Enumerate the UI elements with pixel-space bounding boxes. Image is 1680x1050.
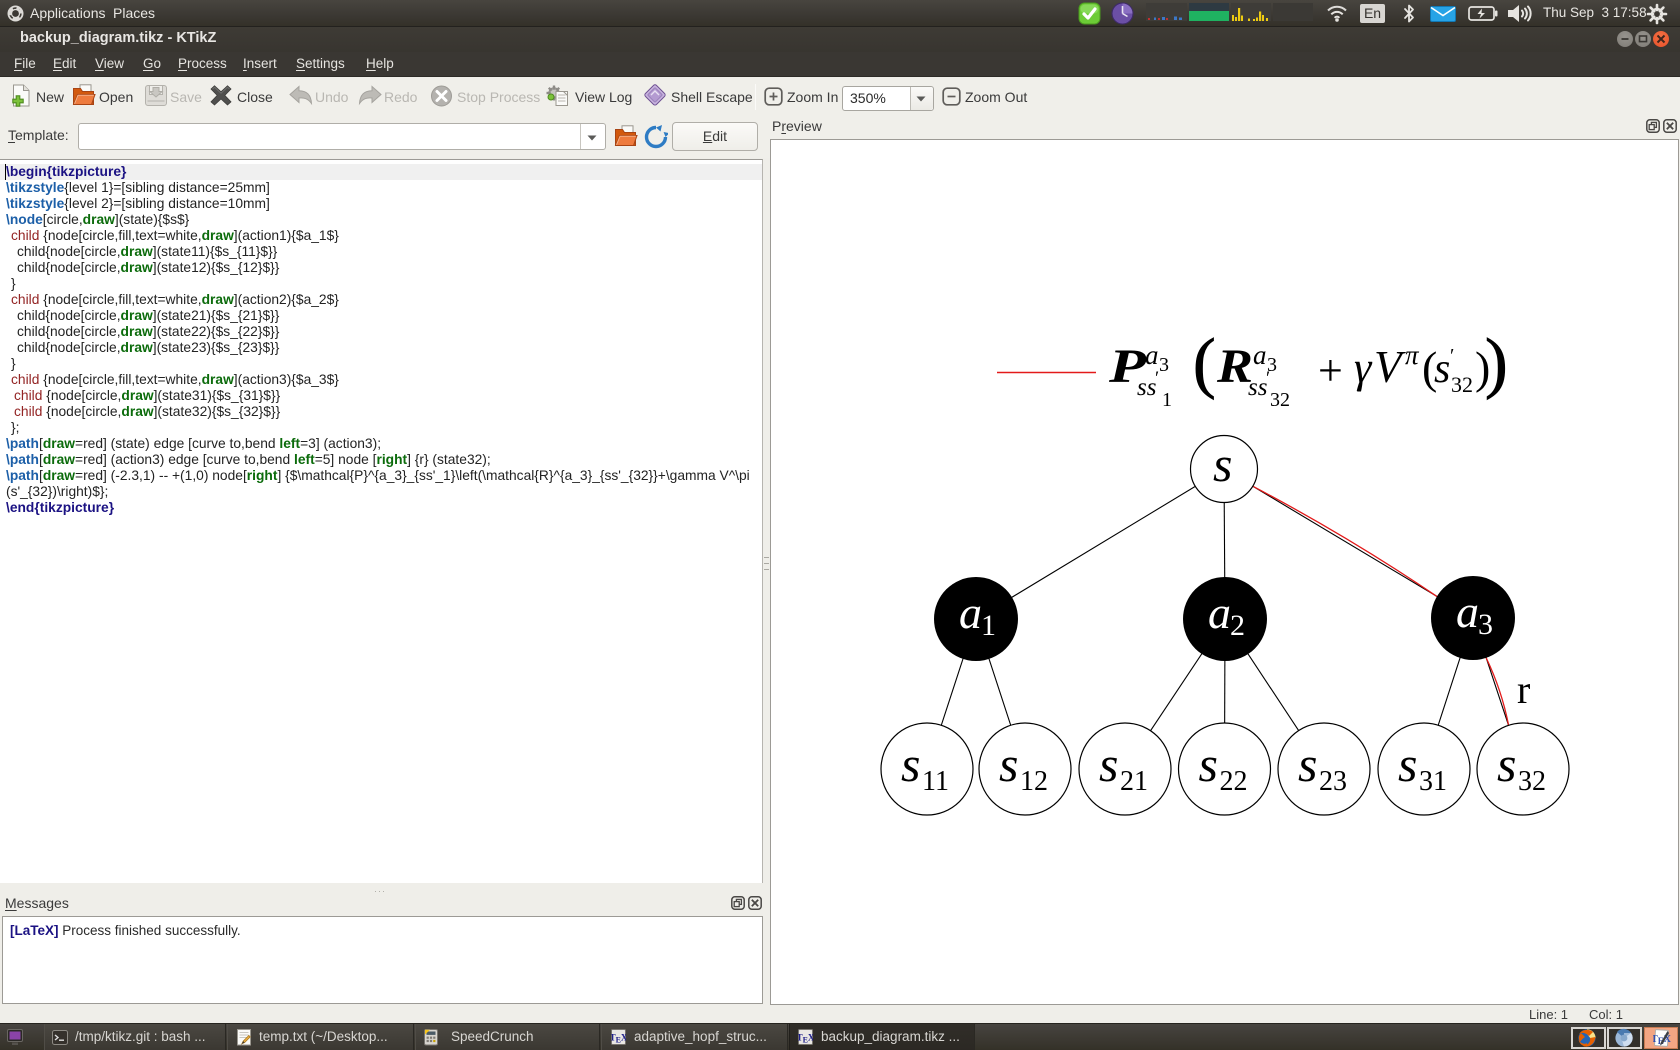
svg-text:s: s — [1213, 436, 1232, 492]
svg-text:a: a — [1253, 340, 1267, 370]
svg-text:a: a — [959, 587, 982, 638]
svg-text:′: ′ — [1266, 368, 1270, 389]
svg-text:a: a — [1145, 340, 1159, 370]
svg-text:γ: γ — [1354, 343, 1373, 392]
svg-text:22: 22 — [1220, 766, 1248, 797]
svg-text:(: ( — [1193, 324, 1216, 400]
svg-text:a: a — [1456, 586, 1479, 637]
svg-text:s: s — [1497, 736, 1516, 792]
svg-text:11: 11 — [922, 766, 949, 797]
svg-text:32: 32 — [1270, 389, 1290, 411]
svg-text:ss: ss — [1248, 374, 1267, 401]
svg-text:s: s — [901, 736, 920, 792]
svg-text:): ) — [1485, 324, 1508, 400]
svg-text:32: 32 — [1518, 766, 1546, 797]
svg-text:31: 31 — [1419, 766, 1447, 797]
svg-text:a: a — [1208, 587, 1231, 638]
svg-text:s: s — [1099, 736, 1118, 792]
svg-text:3: 3 — [1159, 354, 1169, 376]
svg-text:3: 3 — [1478, 608, 1493, 641]
svg-text:21: 21 — [1120, 766, 1148, 797]
svg-text:s: s — [1434, 346, 1450, 392]
svg-text:12: 12 — [1020, 766, 1048, 797]
svg-text:23: 23 — [1319, 766, 1347, 797]
svg-text:2: 2 — [1230, 609, 1245, 642]
svg-text:π: π — [1405, 340, 1420, 370]
svg-text:s: s — [1298, 736, 1317, 792]
svg-text:s: s — [999, 736, 1018, 792]
svg-text:ss: ss — [1137, 374, 1156, 401]
svg-text:1: 1 — [981, 609, 996, 642]
svg-text:1: 1 — [1162, 389, 1172, 411]
svg-text:V: V — [1374, 342, 1406, 392]
svg-text:′: ′ — [1450, 345, 1454, 367]
svg-text:s: s — [1398, 736, 1417, 792]
svg-text:′: ′ — [1155, 368, 1159, 389]
svg-text:s: s — [1199, 736, 1218, 792]
svg-text:TEX: TEX — [1653, 1034, 1671, 1046]
svg-text:+: + — [1318, 346, 1343, 395]
svg-text:r: r — [1517, 667, 1530, 712]
svg-text:32: 32 — [1451, 372, 1473, 397]
